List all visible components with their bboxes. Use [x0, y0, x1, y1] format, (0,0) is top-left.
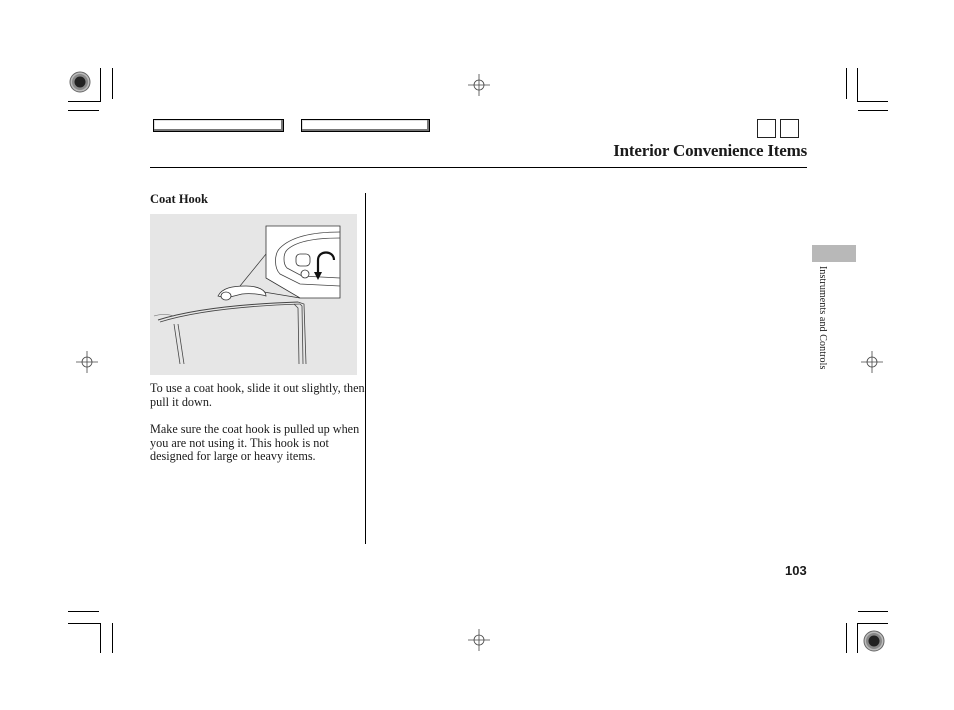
crop-mark	[68, 623, 101, 624]
crop-mark	[846, 68, 847, 99]
crosshair-mark-icon	[468, 74, 490, 96]
chapter-label: Instruments and Controls	[817, 266, 828, 370]
next-page-button[interactable]	[780, 119, 799, 138]
crop-mark	[68, 611, 99, 612]
crop-mark	[112, 68, 113, 99]
chapter-tab[interactable]	[812, 245, 856, 262]
crosshair-mark-icon	[468, 629, 490, 651]
crop-mark	[858, 110, 888, 111]
crop-mark	[100, 623, 101, 653]
registration-mark-icon	[863, 630, 885, 652]
crop-mark	[857, 623, 888, 624]
caution-paragraph: Make sure the coat hook is pulled up whe…	[150, 422, 360, 463]
column-divider	[365, 193, 366, 544]
header-rule	[150, 167, 807, 168]
section-heading: Coat Hook	[150, 192, 208, 206]
crop-mark	[857, 623, 858, 653]
crop-mark	[112, 623, 113, 653]
crop-mark	[857, 101, 888, 102]
crop-mark	[858, 611, 888, 612]
coat-hook-illustration	[153, 225, 341, 365]
registration-mark-icon	[69, 71, 91, 93]
previous-page-button[interactable]	[757, 119, 776, 138]
crop-mark	[846, 623, 847, 653]
crop-mark	[857, 68, 858, 102]
crop-mark	[68, 101, 101, 102]
main-menu-button[interactable]	[153, 119, 284, 132]
crosshair-mark-icon	[861, 351, 883, 373]
coat-hook-figure	[150, 214, 357, 375]
page-number: 103	[785, 563, 807, 578]
crop-mark	[100, 68, 101, 102]
table-of-contents-button[interactable]	[301, 119, 430, 132]
instruction-paragraph: To use a coat hook, slide it out slightl…	[150, 381, 365, 409]
crosshair-mark-icon	[76, 351, 98, 373]
crop-mark	[68, 110, 99, 111]
page-title: Interior Convenience Items	[613, 141, 807, 160]
